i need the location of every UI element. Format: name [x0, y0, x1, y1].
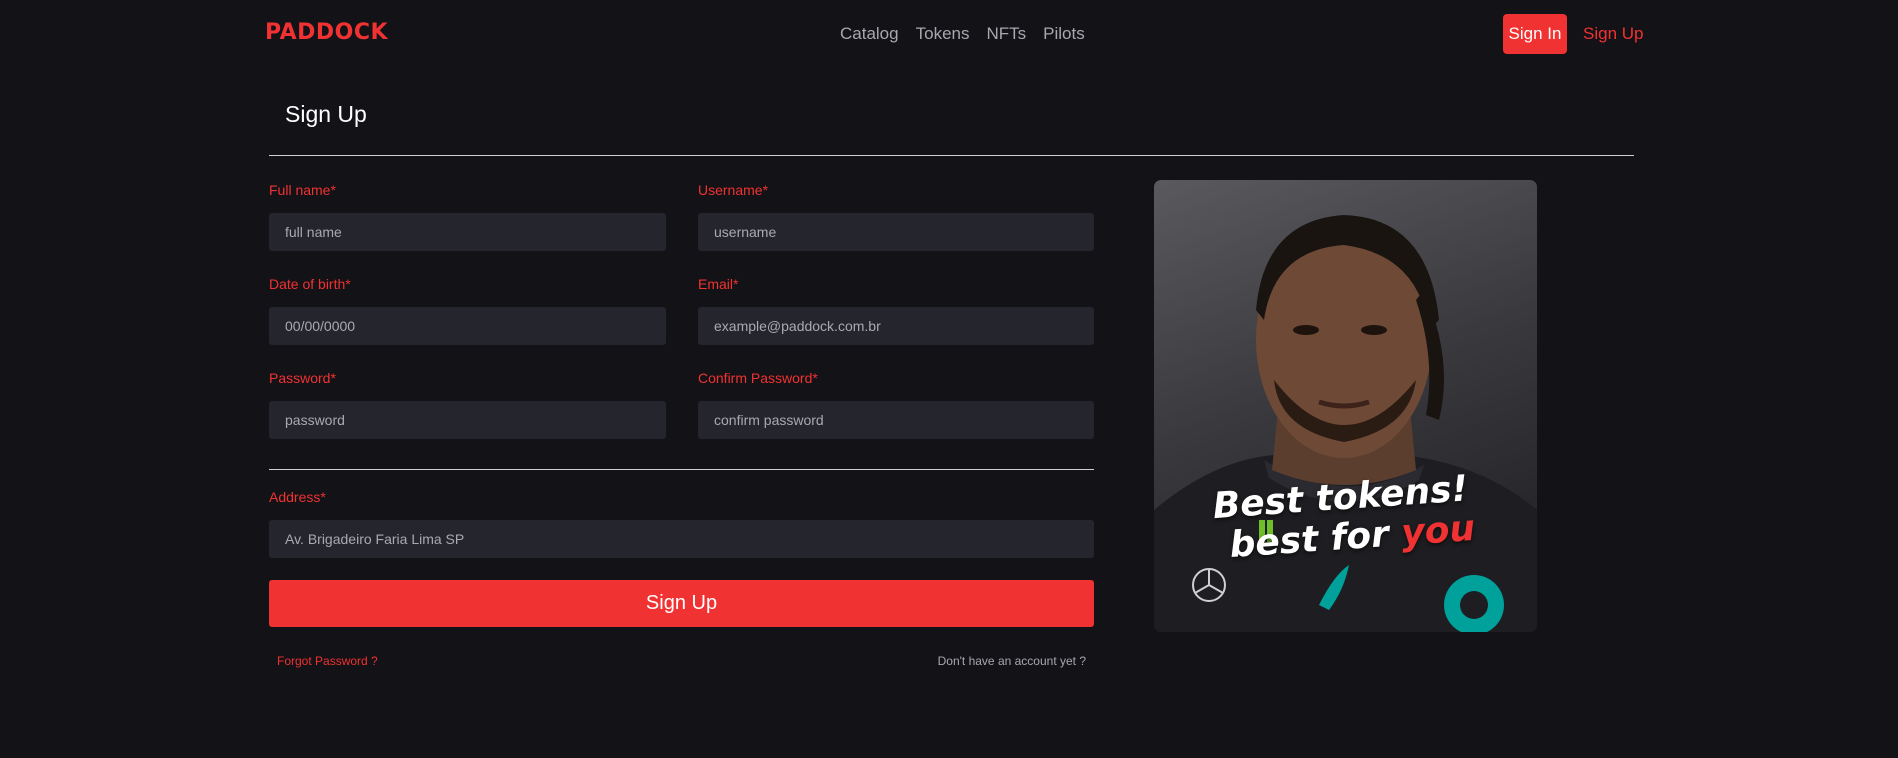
submit-signup-button[interactable]: Sign Up	[269, 580, 1094, 627]
title-divider	[269, 155, 1634, 156]
confirm-password-label: Confirm Password*	[698, 370, 818, 386]
full-name-input[interactable]	[269, 213, 666, 251]
nav-link-pilots[interactable]: Pilots	[1043, 24, 1085, 44]
driver-portrait	[1154, 215, 1537, 632]
forgot-password-link[interactable]: Forgot Password ?	[277, 654, 378, 668]
username-input[interactable]	[698, 213, 1094, 251]
confirm-password-input[interactable]	[698, 401, 1094, 439]
promo-line-2-accent: you	[1399, 507, 1477, 554]
logo[interactable]: PADDOCK	[265, 20, 388, 45]
password-label: Password*	[269, 370, 336, 386]
email-input[interactable]	[698, 307, 1094, 345]
promo-image: Best tokens! best for you	[1154, 180, 1537, 632]
dob-input[interactable]	[269, 307, 666, 345]
dob-label: Date of birth*	[269, 276, 351, 292]
username-label: Username*	[698, 182, 769, 198]
form-divider	[269, 469, 1094, 470]
address-input[interactable]	[269, 520, 1094, 558]
full-name-label: Full name*	[269, 182, 336, 198]
nav-link-tokens[interactable]: Tokens	[916, 24, 970, 44]
address-label: Address*	[269, 489, 326, 505]
nav-link-catalog[interactable]: Catalog	[840, 24, 899, 44]
navbar: PADDOCK Catalog Tokens NFTs Pilots Sign …	[0, 0, 1898, 70]
nav-links: Catalog Tokens NFTs Pilots	[840, 24, 1085, 44]
password-input[interactable]	[269, 401, 666, 439]
sign-up-link[interactable]: Sign Up	[1583, 24, 1643, 44]
page-title: Sign Up	[285, 101, 367, 127]
sign-in-button[interactable]: Sign In	[1503, 14, 1567, 54]
nav-link-nfts[interactable]: NFTs	[986, 24, 1026, 44]
email-label: Email*	[698, 276, 739, 292]
no-account-link[interactable]: Don't have an account yet ?	[938, 654, 1086, 668]
